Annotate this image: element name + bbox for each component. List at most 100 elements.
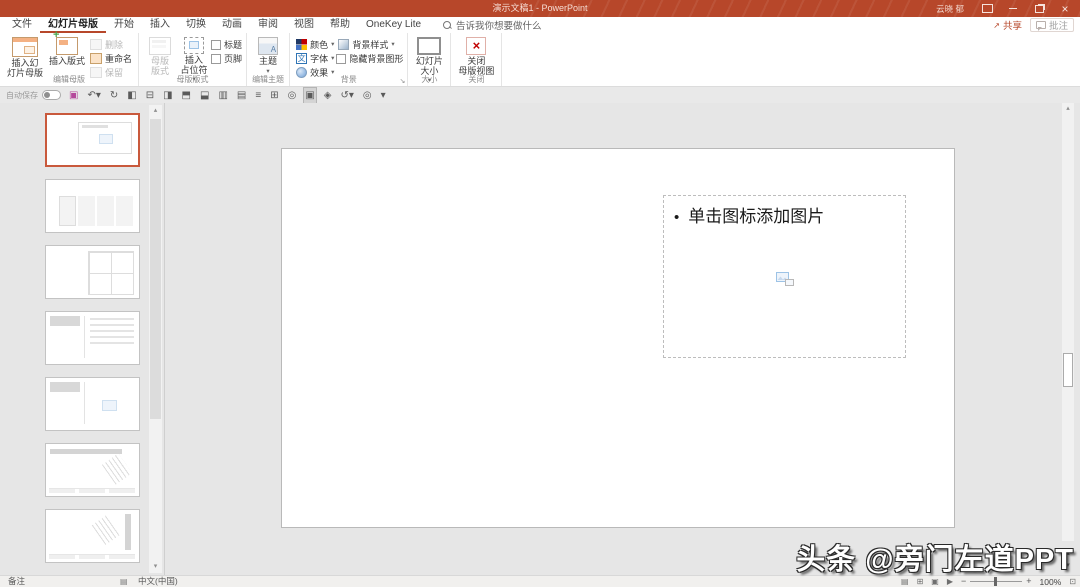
checkbox-icon xyxy=(211,39,222,50)
more-commands-icon[interactable]: ▾ xyxy=(380,88,387,103)
comments-button[interactable]: 批注 xyxy=(1029,18,1074,32)
window-title: 演示文稿1 - PowerPoint xyxy=(492,3,588,13)
title-bar: 演示文稿1 - PowerPoint 云晓 郁 × xyxy=(0,0,1080,17)
tab-help[interactable]: 帮助 xyxy=(322,17,358,33)
preview-icon[interactable]: ◎ xyxy=(362,88,373,103)
tab-animations[interactable]: 动画 xyxy=(214,17,250,33)
tab-file[interactable]: 文件 xyxy=(4,17,40,33)
tell-me-search[interactable]: 告诉我你想要做什么 xyxy=(443,18,542,32)
placeholder-prompt: • 单击图标添加图片 xyxy=(674,207,825,227)
fonts-button[interactable]: 字体 ▾ xyxy=(294,52,336,65)
theme-colors-icon xyxy=(296,39,308,50)
insert-layout-button[interactable]: 插入版式 xyxy=(46,31,88,69)
rename-button[interactable]: 重命名 xyxy=(88,52,134,65)
redo-icon[interactable]: ↻ xyxy=(109,88,119,103)
ribbon-display-options-icon[interactable] xyxy=(974,0,1000,17)
title-checkbox[interactable]: 标题 xyxy=(211,38,242,51)
vertical-scrollbar[interactable]: ▴ xyxy=(1062,103,1074,541)
slide-thumbnail-4[interactable] xyxy=(45,311,140,365)
thumbnail-scrollbar[interactable]: ▴ ▾ xyxy=(149,105,162,573)
hide-background-graphics-checkbox[interactable]: 隐藏背景图形 xyxy=(336,52,403,65)
account-name[interactable]: 云晓 郁 xyxy=(936,3,964,15)
delete-icon xyxy=(90,39,103,50)
colors-button[interactable]: 颜色 ▾ xyxy=(294,38,336,51)
group-label: 背景 xyxy=(340,75,357,84)
tab-insert[interactable]: 插入 xyxy=(142,17,178,33)
group-size: 幻灯片 大小 ▾ 大小 xyxy=(408,33,452,86)
picture-placeholder-icon[interactable] xyxy=(775,271,794,286)
themes-button[interactable]: 主题 ▾ xyxy=(251,35,285,76)
group-edit-master: 插入幻 灯片母版 插入版式 删除 重命名 保留 编 xyxy=(0,31,140,86)
group-close: 关闭 母版视图 关闭 xyxy=(451,33,503,86)
slide-thumbnail-3[interactable] xyxy=(45,245,140,299)
zoom-slider-thumb[interactable] xyxy=(994,577,998,586)
align-right-icon[interactable]: ◨ xyxy=(162,88,173,103)
restore-icon[interactable] xyxy=(1026,0,1052,17)
background-styles-icon xyxy=(338,39,350,50)
checkbox-icon xyxy=(336,53,347,64)
group-label: 关闭 xyxy=(468,75,485,84)
align-middle-icon[interactable]: ≡ xyxy=(254,88,262,103)
ribbon-tab-row: 文件 幻灯片母版 开始 插入 切换 动画 审阅 视图 帮助 OneKey Lite 告诉我你想要做… xyxy=(0,17,1080,33)
scroll-down-icon[interactable]: ▾ xyxy=(149,561,162,573)
align-bottom-icon[interactable]: ⬓ xyxy=(199,88,210,103)
notes-button[interactable]: 备注 xyxy=(8,576,25,587)
tab-home[interactable]: 开始 xyxy=(106,17,142,33)
slide-thumbnail-panel: ▴ ▾ xyxy=(0,103,165,575)
close-master-view-button[interactable]: 关闭 母版视图 xyxy=(455,35,497,78)
search-placeholder: 告诉我你想要做什么 xyxy=(456,21,542,32)
comments-icon xyxy=(1035,21,1046,31)
slide-thumbnail-1[interactable] xyxy=(45,113,140,167)
dropdown-arrow-icon: ▾ xyxy=(331,41,335,48)
group-label: 编辑主题 xyxy=(252,75,285,84)
tab-review[interactable]: 审阅 xyxy=(250,17,286,33)
slide-thumbnail-2[interactable] xyxy=(45,179,140,233)
footers-checkbox[interactable]: 页脚 xyxy=(211,52,242,65)
gridlines-icon[interactable]: ◎ xyxy=(287,88,298,103)
language-status[interactable]: 中文(中国) xyxy=(138,576,178,587)
group-background: 颜色 ▾ 字体 ▾ 效果 ▾ 背景样式 ▾ xyxy=(290,33,409,86)
slide-thumbnail-7[interactable] xyxy=(45,509,140,563)
align-center-icon[interactable]: ⊟ xyxy=(145,88,155,103)
scroll-up-icon[interactable]: ▴ xyxy=(149,105,162,117)
bullet: • xyxy=(674,209,680,226)
align-left-icon[interactable]: ◧ xyxy=(126,88,137,103)
slide-thumbnail-5[interactable] xyxy=(45,377,140,431)
distribute-horizontal-icon[interactable]: ▥ xyxy=(217,88,228,103)
master-layout-button: 母版 版式 xyxy=(143,35,177,78)
watermark: 头条 @旁门左道PPT xyxy=(796,544,1074,576)
autosave-toggle[interactable]: 自动保存 xyxy=(6,90,61,101)
tab-transitions[interactable]: 切换 xyxy=(178,17,214,33)
close-master-view-icon xyxy=(466,37,487,55)
distribute-vertical-icon[interactable]: ▤ xyxy=(236,88,247,103)
group-objects-icon[interactable]: ⊞ xyxy=(269,88,279,103)
group-label: 大小 xyxy=(421,75,438,84)
rotate-icon[interactable]: ↺▾ xyxy=(339,88,354,103)
powerpoint-window: 演示文稿1 - PowerPoint 云晓 郁 × 文件 幻灯片母版 开始 插入 切换动… xyxy=(0,0,1080,587)
thumbnail-list xyxy=(0,103,164,563)
toggle-off-icon xyxy=(42,90,61,100)
scroll-up-icon[interactable]: ▴ xyxy=(1062,103,1074,115)
scrollbar-thumb[interactable] xyxy=(1063,353,1073,387)
picture-placeholder[interactable]: • 单击图标添加图片 xyxy=(663,195,906,358)
tab-onekey-lite[interactable]: OneKey Lite xyxy=(358,17,429,33)
tab-view[interactable]: 视图 xyxy=(286,17,322,33)
minimize-icon[interactable] xyxy=(1000,0,1026,17)
scrollbar-thumb[interactable] xyxy=(150,119,161,419)
insert-placeholder-icon[interactable]: ▣ xyxy=(303,86,317,104)
close-icon[interactable]: × xyxy=(1052,0,1078,17)
shape-effects-icon[interactable]: ◈ xyxy=(323,88,333,103)
proofing-status-icon[interactable] xyxy=(120,576,128,587)
workspace: ▴ ▾ • 单击图标添加图片 ▴ ▴ ▾ xyxy=(0,103,1080,575)
slide-thumbnail-6[interactable] xyxy=(45,443,140,497)
undo-icon[interactable]: ↶▾ xyxy=(86,88,101,103)
background-styles-button[interactable]: 背景样式 ▾ xyxy=(336,38,403,51)
checkbox-icon xyxy=(211,53,222,64)
tab-slide-master[interactable]: 幻灯片母版 xyxy=(40,17,106,33)
align-top-icon[interactable]: ⬒ xyxy=(181,88,192,103)
ribbon-tabs: 文件 幻灯片母版 开始 插入 切换 动画 审阅 视图 帮助 OneKey Lite xyxy=(0,17,429,33)
dropdown-arrow-icon: ▾ xyxy=(331,55,335,62)
share-button[interactable]: 共享 xyxy=(993,18,1022,32)
save-icon[interactable]: ▣ xyxy=(68,88,79,103)
zoom-level[interactable]: 100% xyxy=(1040,577,1062,587)
